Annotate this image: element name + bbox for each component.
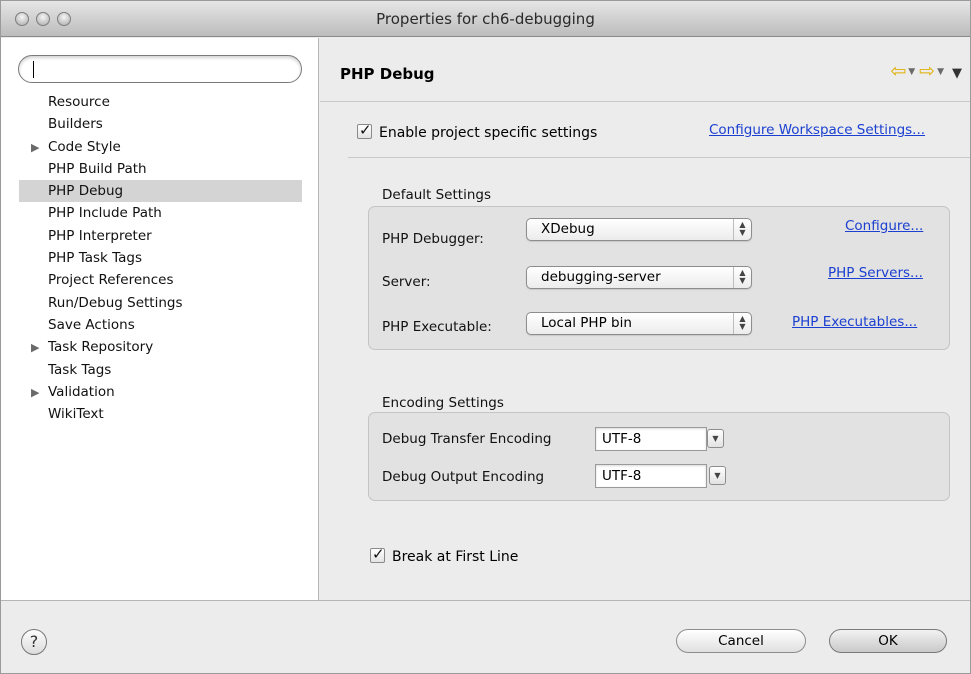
chevron-down-icon: ▼ [712,434,719,443]
enable-project-settings-checkbox[interactable]: ✓ Enable project specific settings [357,121,598,141]
sidebar-item-label: Builders [48,116,103,133]
sidebar-item-code-style[interactable]: ▶ Code Style [19,136,302,158]
checkmark-icon: ✓ [372,545,385,563]
sidebar-item-run-debug-settings[interactable]: Run/Debug Settings [19,292,302,314]
updown-arrows-icon: ▲ ▼ [733,267,751,288]
sidebar-item-task-tags[interactable]: Task Tags [19,359,302,381]
sidebar-item-label: Task Repository [48,339,154,356]
server-value: debugging-server [541,269,661,285]
checkbox-box[interactable]: ✓ [357,121,372,139]
sidebar-item-label: Validation [48,383,115,400]
checkmark-icon: ✓ [359,121,372,139]
output-encoding-value: UTF-8 [602,468,642,484]
php-debugger-select[interactable]: XDebug ▲ ▼ [526,218,752,241]
php-executable-select[interactable]: Local PHP bin ▲ ▼ [526,312,752,335]
php-executables-link[interactable]: PHP Executables... [792,314,917,330]
sidebar-item-label: Run/Debug Settings [48,294,183,311]
sidebar-item-builders[interactable]: Builders [19,113,302,135]
properties-dialog: Properties for ch6-debugging Resource Bui… [0,0,971,674]
break-first-line-checkbox[interactable]: ✓ Break at First Line [370,545,519,565]
default-settings-title: Default Settings [382,187,491,203]
output-encoding-input[interactable]: UTF-8 [595,464,707,488]
sidebar-item-label: Save Actions [48,316,135,333]
sidebar-item-validation[interactable]: ▶ Validation [19,381,302,403]
php-debugger-value: XDebug [541,221,595,237]
sidebar-item-task-repository[interactable]: ▶ Task Repository [19,336,302,358]
server-select[interactable]: debugging-server ▲ ▼ [526,266,752,289]
sidebar-item-wikitext[interactable]: WikiText [19,403,302,425]
configure-workspace-link[interactable]: Configure Workspace Settings... [709,122,925,138]
sidebar-item-label: PHP Build Path [48,160,147,177]
view-menu-icon[interactable]: ▼ [952,66,962,81]
checkbox-box[interactable]: ✓ [370,545,385,563]
text-cursor [33,61,34,78]
sidebar-item-label: PHP Debug [48,183,124,200]
enable-project-settings-label: Enable project specific settings [379,125,598,141]
window-title: Properties for ch6-debugging [376,10,595,28]
output-encoding-label: Debug Output Encoding [382,469,545,485]
transfer-encoding-dropdown-button[interactable]: ▼ [707,429,724,448]
panel-header: PHP Debug ⇦ ▼ ⇨ ▼ ▼ [320,38,970,102]
separator [348,157,970,158]
back-dropdown-icon[interactable]: ▼ [908,67,915,77]
forward-arrow-icon[interactable]: ⇨ [919,60,935,82]
updown-arrows-icon: ▲ ▼ [733,219,751,240]
sidebar-item-label: WikiText [48,406,104,423]
sidebar-item-label: Project References [48,272,174,289]
configure-debugger-link[interactable]: Configure... [845,218,923,234]
sidebar-item-project-references[interactable]: Project References [19,269,302,291]
break-first-line-label: Break at First Line [392,549,519,565]
dialog-footer: ? Cancel OK [1,600,970,673]
sidebar-item-php-debug[interactable]: PHP Debug [19,180,302,203]
transfer-encoding-input[interactable]: UTF-8 [595,427,707,451]
php-servers-link[interactable]: PHP Servers... [828,265,923,281]
sidebar-item-label: Code Style [48,138,121,155]
transfer-encoding-value: UTF-8 [602,431,642,447]
sidebar-item-label: Task Tags [48,361,112,378]
ok-button[interactable]: OK [829,629,947,653]
history-navigation: ⇦ ▼ ⇨ ▼ ▼ [890,60,962,82]
server-label: Server: [382,274,431,290]
sidebar-item-resource[interactable]: Resource [19,91,302,113]
sidebar-item-save-actions[interactable]: Save Actions [19,314,302,336]
disclosure-triangle-icon[interactable]: ▶ [31,337,48,359]
sidebar-item-label: PHP Interpreter [48,227,152,244]
output-encoding-dropdown-button[interactable]: ▼ [709,466,726,485]
back-arrow-icon[interactable]: ⇦ [890,60,906,82]
sidebar-item-php-task-tags[interactable]: PHP Task Tags [19,247,302,269]
php-executable-label: PHP Executable: [382,319,492,335]
cancel-button[interactable]: Cancel [676,629,806,653]
help-icon[interactable]: ? [21,629,47,655]
sidebar-item-php-interpreter[interactable]: PHP Interpreter [19,225,302,247]
property-tree: Resource Builders ▶ Code Style PHP Build Pat… [19,91,302,425]
encoding-settings-title: Encoding Settings [382,395,504,411]
php-debugger-label: PHP Debugger: [382,231,484,247]
settings-panel: PHP Debug ⇦ ▼ ⇨ ▼ ▼ ✓ Enable project specific… [320,38,970,600]
sidebar-item-label: Resource [48,94,110,110]
page-title: PHP Debug [340,65,435,83]
sidebar-item-php-include-path[interactable]: PHP Include Path [19,202,302,224]
sidebar: Resource Builders ▶ Code Style PHP Build Pat… [1,38,319,600]
sidebar-item-php-build-path[interactable]: PHP Build Path [19,158,302,180]
filter-input[interactable] [18,55,302,83]
php-executable-value: Local PHP bin [541,315,632,331]
sidebar-item-label: PHP Task Tags [48,250,143,267]
transfer-encoding-label: Debug Transfer Encoding [382,431,552,447]
sidebar-item-label: PHP Include Path [48,205,162,222]
title-bar: Properties for ch6-debugging [1,1,970,37]
updown-arrows-icon: ▲ ▼ [733,313,751,334]
chevron-down-icon: ▼ [714,471,721,480]
disclosure-triangle-icon[interactable]: ▶ [31,382,48,404]
disclosure-triangle-icon[interactable]: ▶ [31,137,48,159]
forward-dropdown-icon[interactable]: ▼ [937,67,944,77]
